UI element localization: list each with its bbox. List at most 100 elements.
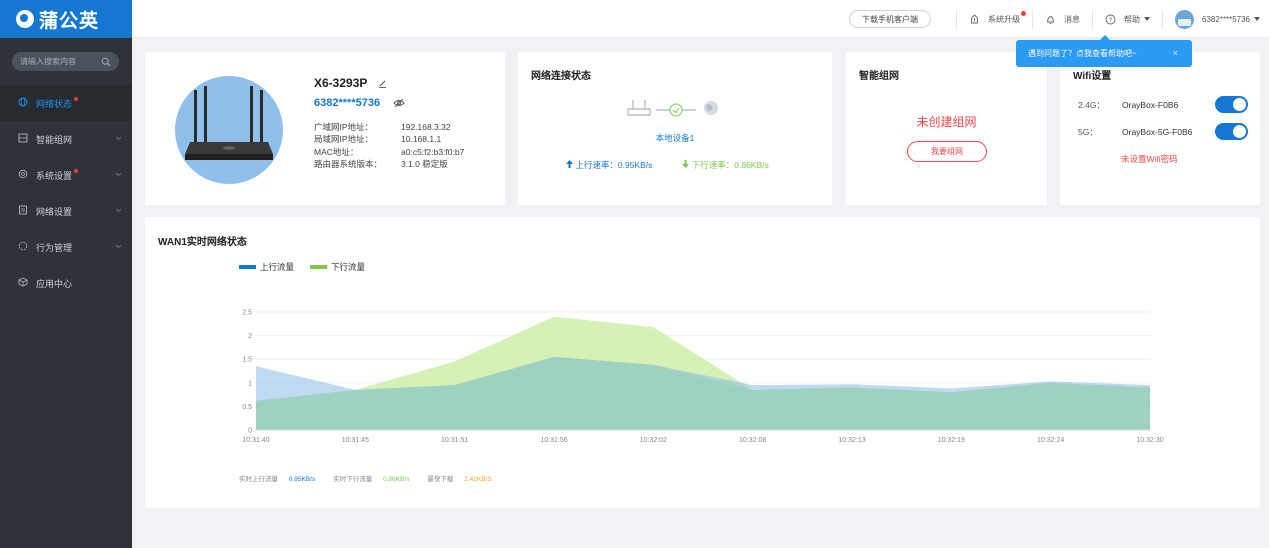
wifi-ssid: OrayBox-5G-F0B6 [1122, 126, 1193, 137]
sidebar-item-label: 行为管理 [36, 242, 73, 253]
chevron-down-icon [115, 208, 122, 213]
x-tick-label: 10:31:40 [242, 437, 269, 444]
card-title: 智能组网 [859, 71, 899, 82]
wifi-band: 5G： [1078, 126, 1098, 137]
brand-logo[interactable]: 蒲公英 [0, 0, 132, 38]
y-tick-label: 0 [248, 428, 252, 435]
info-row: 局域网IP地址： 10.168.1.1 [314, 133, 464, 145]
download-client-button[interactable]: 下载手机客户端 [848, 10, 931, 28]
help-icon: ? [1105, 14, 1116, 24]
speed-readouts: 上行速率：0.95KB/s 下行速率：0.86KB/s [566, 159, 769, 171]
upload-speed-text: 上行速率：0.95KB/s [575, 160, 653, 170]
x-tick-label: 10:32:19 [938, 437, 965, 444]
sidebar-item-label: 网络状态 [36, 98, 73, 109]
upgrade-icon [971, 13, 978, 23]
router-icon [185, 86, 273, 160]
document-icon [18, 205, 30, 217]
traffic-stats: 实时上行流量 0.95KB/s 实时下行流量 0.86KB/s 最快下载 2.4… [239, 473, 510, 483]
divider [955, 10, 957, 28]
eye-off-icon[interactable] [393, 98, 405, 108]
create-mesh-button[interactable]: 我要组网 [907, 141, 987, 162]
device-card: X6-3293P 6382****5736 广域网IP地址： 192.168.3.… [145, 52, 505, 205]
arrow-down-icon [682, 160, 690, 168]
download-speed: 下行速率：0.86KB/s [682, 159, 769, 171]
sidebar-item-label: 智能组网 [36, 134, 73, 145]
card-title: 网络连接状态 [531, 71, 591, 82]
sidebar-item-system-settings[interactable]: 系统设置 [0, 157, 132, 193]
info-key: 广域网IP地址： [314, 122, 374, 132]
network-icon [18, 97, 30, 109]
bell-icon [1046, 15, 1054, 24]
info-key: 局域网IP地址： [314, 134, 374, 145]
check-icon [672, 107, 680, 114]
x-tick-label: 10:31:45 [342, 437, 369, 444]
connection-diagram [627, 100, 718, 117]
x-tick-label: 10:32:02 [640, 437, 667, 444]
wifi-2g-toggle[interactable] [1215, 96, 1248, 113]
mesh-card: 智能组网 未创建组网 我要组网 [846, 52, 1047, 205]
close-icon[interactable]: × [1173, 48, 1178, 58]
cube-icon [18, 277, 30, 289]
caret-down-icon [1143, 17, 1150, 21]
tooltip-text: 遇到问题了？点我查看帮助吧~ [1028, 49, 1137, 58]
y-tick-label: 1.5 [242, 357, 252, 364]
help-tooltip[interactable]: 遇到问题了？点我查看帮助吧~ × [1016, 35, 1192, 67]
info-key: 路由器系统版本： [314, 158, 383, 169]
stat-value: 0.86KB/s [383, 476, 410, 483]
mesh-status: 未创建组网 [916, 115, 977, 129]
divider [1031, 10, 1033, 28]
brand-name: 蒲公英 [39, 10, 100, 32]
upgrade-label: 系统升级 [987, 14, 1020, 24]
info-value: 3.1.0 稳定版 [401, 158, 448, 169]
wifi-5g-toggle[interactable] [1215, 123, 1248, 140]
upload-speed: 上行速率：0.95KB/s [566, 159, 652, 171]
y-tick-label: 2.5 [242, 310, 252, 317]
y-tick-label: 1 [248, 380, 252, 387]
info-row: 路由器系统版本： 3.1.0 稳定版 [314, 158, 464, 170]
local-device-label[interactable]: 本地设备1 [518, 132, 832, 144]
sidebar: 蒲公英 请输入搜索内容 网络状态 智能组网 系统设置 网络设置 行为管理 应用中… [0, 0, 132, 548]
info-row: MAC地址： a0:c5:f2:b3:f0:b7 [314, 146, 464, 158]
sidebar-search-input[interactable]: 请输入搜索内容 [12, 52, 119, 71]
device-info-list: 广域网IP地址： 192.168.3.32 局域网IP地址： 10.168.1.1 … [314, 121, 464, 170]
search-icon [101, 57, 111, 66]
sidebar-item-mesh[interactable]: 智能组网 [0, 121, 132, 157]
info-value: 192.168.3.32 [401, 122, 451, 132]
router-device-icon [627, 100, 651, 116]
card-title: Wifi设置 [1073, 71, 1112, 82]
header-actions: 下载手机客户端 系统升级 消息 ? 帮助 6382****5736 [848, 0, 1260, 38]
messages-button[interactable]: 消息 [1045, 14, 1080, 25]
sidebar-menu: 网络状态 智能组网 系统设置 网络设置 行为管理 应用中心 [0, 85, 132, 301]
wan-chart-card: WAN1实时网络状态 上行流量 下行流量 0 0.5 1 1.5 2 2.5 10:31:4… [145, 217, 1260, 508]
sidebar-item-network-settings[interactable]: 网络设置 [0, 193, 132, 229]
divider [1161, 10, 1163, 28]
wifi-ssid: OrayBox-F0B6 [1122, 99, 1179, 110]
system-upgrade-button[interactable]: 系统升级 [969, 10, 1026, 25]
globe-icon [704, 101, 718, 115]
user-menu[interactable]: 6382****5736 [1174, 9, 1260, 29]
device-name: X6-3293P [314, 76, 387, 90]
sidebar-item-app-center[interactable]: 应用中心 [0, 265, 132, 301]
router-image [175, 76, 283, 184]
sidebar-item-label: 应用中心 [36, 278, 73, 289]
wifi-card: Wifi设置 2.4G： OrayBox-F0B6 5G： OrayBox-5G… [1060, 52, 1260, 205]
mesh-icon [18, 133, 30, 145]
arrow-up-icon [566, 160, 573, 168]
sidebar-item-label: 网络设置 [36, 206, 73, 217]
traffic-chart: 0 0.5 1 1.5 2 2.5 10:31:40 10:31:45 10:31:51 10:3… [242, 310, 1163, 445]
wifi-band: 2.4G： [1078, 99, 1105, 110]
info-row: 广域网IP地址： 192.168.3.32 [314, 121, 464, 133]
wifi-row-5g: 5G： OrayBox-5G-F0B6 [1078, 123, 1248, 140]
edit-icon[interactable] [378, 79, 387, 88]
wifi-password-warning[interactable]: 未设置Wifi密码 [1121, 153, 1178, 165]
network-status-card: 网络连接状态 本地设备1 上行速率：0.95KB/s 下行速率：0.86KB/s [518, 52, 832, 205]
sidebar-item-behavior-management[interactable]: 行为管理 [0, 229, 132, 265]
caret-down-icon [1254, 17, 1260, 21]
notification-dot [74, 97, 79, 101]
behavior-icon [18, 241, 30, 253]
wifi-row-2g: 2.4G： OrayBox-F0B6 [1078, 96, 1248, 113]
help-menu[interactable]: ? 帮助 [1105, 14, 1150, 25]
sidebar-item-network-status[interactable]: 网络状态 [0, 85, 132, 121]
notification-dot [74, 169, 79, 173]
stat-value: 0.95KB/s [288, 476, 316, 483]
